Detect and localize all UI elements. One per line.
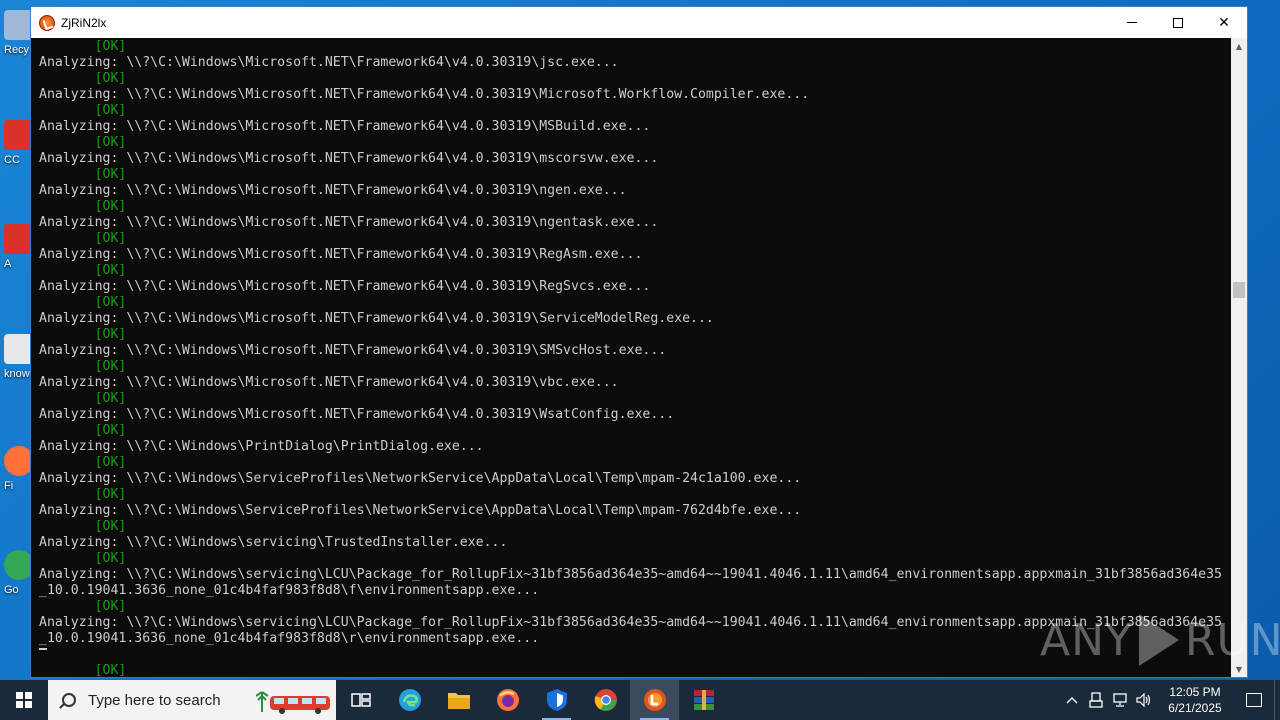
console-ok-line: [OK] xyxy=(39,263,127,278)
show-desktop-button[interactable] xyxy=(1274,680,1280,720)
notification-center-button[interactable] xyxy=(1234,680,1274,720)
usb-device-icon[interactable] xyxy=(1084,680,1108,720)
start-button[interactable] xyxy=(0,680,48,720)
console-ok-line: [OK] xyxy=(39,551,127,566)
console-ok-line: [OK] xyxy=(39,487,127,502)
window-controls: ✕ xyxy=(1109,7,1247,38)
console-ok-line: [OK] xyxy=(39,391,127,406)
console-ok-line: [OK] xyxy=(39,455,127,470)
close-button[interactable]: ✕ xyxy=(1201,7,1247,38)
winrar-icon xyxy=(693,690,714,710)
console-ok-line: [OK] xyxy=(39,359,127,374)
show-hidden-icons-chevron-up-icon[interactable] xyxy=(1060,680,1084,720)
taskbar-chrome[interactable] xyxy=(581,680,630,720)
taskbar-firefox[interactable] xyxy=(483,680,532,720)
taskbar-edge[interactable] xyxy=(385,680,434,720)
windows-logo-icon xyxy=(16,692,32,708)
console-ok-line: [OK] xyxy=(39,39,127,54)
console-ok-line: [OK] xyxy=(39,327,127,342)
console-ok-line: [OK] xyxy=(39,167,127,182)
clock-time: 12:05 PM xyxy=(1169,685,1221,699)
taskbar-file-explorer[interactable] xyxy=(434,680,483,720)
title-bar[interactable]: ZjRiN2lx ✕ xyxy=(31,7,1247,38)
console-line: Analyzing: \\?\C:\Windows\Microsoft.NET\… xyxy=(39,311,714,326)
taskbar: Type here to search 12:05 PM 6/21/2025 xyxy=(0,680,1280,720)
taskbar-clock[interactable]: 12:05 PM 6/21/2025 xyxy=(1156,684,1234,716)
scrollbar-thumb[interactable] xyxy=(1233,282,1245,298)
system-tray: 12:05 PM 6/21/2025 xyxy=(1060,680,1280,720)
minimize-button[interactable] xyxy=(1109,7,1155,38)
console-ok-line: [OK] xyxy=(39,231,127,246)
console-line: Analyzing: \\?\C:\Windows\ServiceProfile… xyxy=(39,471,802,486)
console-ok-line: [OK] xyxy=(39,71,127,86)
taskbar-search-box[interactable]: Type here to search xyxy=(48,680,336,720)
search-highlight-illustration-icon xyxy=(256,684,332,716)
taskbar-winrar[interactable] xyxy=(679,680,728,720)
console-line: Analyzing: \\?\C:\Windows\Microsoft.NET\… xyxy=(39,375,619,390)
network-icon[interactable] xyxy=(1108,680,1132,720)
play-icon xyxy=(1138,614,1179,666)
console-line: Analyzing: \\?\C:\Windows\Microsoft.NET\… xyxy=(39,247,643,262)
console-window: ZjRiN2lx ✕ [OK] Analyzing: \\?\C:\Windows… xyxy=(30,6,1248,678)
console-line: _10.0.19041.3636_none_01c4b4faf983f8d8\f… xyxy=(39,583,540,598)
anyrun-watermark: ANY RUN xyxy=(1040,610,1280,670)
search-placeholder: Type here to search xyxy=(88,691,221,709)
console-line: Analyzing: \\?\C:\Windows\Microsoft.NET\… xyxy=(39,119,651,134)
console-line: Analyzing: \\?\C:\Windows\Microsoft.NET\… xyxy=(39,87,810,102)
maximize-icon xyxy=(1173,17,1183,28)
console-line: Analyzing: \\?\C:\Windows\Microsoft.NET\… xyxy=(39,407,675,422)
console-line: Analyzing: \\?\C:\Windows\ServiceProfile… xyxy=(39,503,802,518)
vertical-scrollbar[interactable]: ▲ ▼ xyxy=(1231,38,1247,677)
task-view-icon xyxy=(350,693,371,707)
text-cursor xyxy=(39,648,47,650)
app-icon xyxy=(643,689,666,711)
console-line: Analyzing: \\?\C:\Windows\PrintDialog\Pr… xyxy=(39,439,484,454)
console-line: Analyzing: \\?\C:\Windows\Microsoft.NET\… xyxy=(39,183,627,198)
close-icon: ✕ xyxy=(1218,14,1230,31)
console-ok-line: [OK] xyxy=(39,135,127,150)
clock-date: 6/21/2025 xyxy=(1168,701,1222,715)
app-icon xyxy=(39,14,55,31)
notification-icon xyxy=(1246,693,1262,707)
taskbar-active-app[interactable] xyxy=(630,680,679,720)
task-view-button[interactable] xyxy=(336,680,385,720)
console-ok-line: [OK] xyxy=(39,423,127,438)
taskbar-defender[interactable] xyxy=(532,680,581,720)
console-line: Analyzing: \\?\C:\Windows\Microsoft.NET\… xyxy=(39,279,651,294)
minimize-icon xyxy=(1127,22,1137,23)
console-line: Analyzing: \\?\C:\Windows\servicing\LCU\… xyxy=(39,567,1222,582)
window-title: ZjRiN2lx xyxy=(61,15,107,30)
firefox-icon xyxy=(496,689,519,711)
console-line: Analyzing: \\?\C:\Windows\Microsoft.NET\… xyxy=(39,55,619,70)
chrome-icon xyxy=(594,689,617,711)
console-line: Analyzing: \\?\C:\Windows\Microsoft.NET\… xyxy=(39,215,659,230)
scroll-up-arrow-icon[interactable]: ▲ xyxy=(1231,38,1247,54)
console-ok-line: [OK] xyxy=(39,199,127,214)
console-ok-line: [OK] xyxy=(39,519,127,534)
shield-icon xyxy=(546,689,567,711)
watermark-text-left: ANY xyxy=(1040,614,1133,666)
console-output[interactable]: [OK] Analyzing: \\?\C:\Windows\Microsoft.… xyxy=(31,38,1231,677)
volume-icon[interactable] xyxy=(1132,680,1156,720)
console-line: Analyzing: \\?\C:\Windows\Microsoft.NET\… xyxy=(39,343,667,358)
watermark-text-right: RUN xyxy=(1184,614,1280,666)
search-icon xyxy=(62,693,76,707)
console-line: Analyzing: \\?\C:\Windows\servicing\Trus… xyxy=(39,535,508,550)
console-ok-line: [OK] xyxy=(39,295,127,310)
edge-icon xyxy=(398,689,421,711)
maximize-button[interactable] xyxy=(1155,7,1201,38)
console-ok-line: [OK] xyxy=(39,103,127,118)
folder-icon xyxy=(447,693,470,709)
console-line: Analyzing: \\?\C:\Windows\Microsoft.NET\… xyxy=(39,151,659,166)
